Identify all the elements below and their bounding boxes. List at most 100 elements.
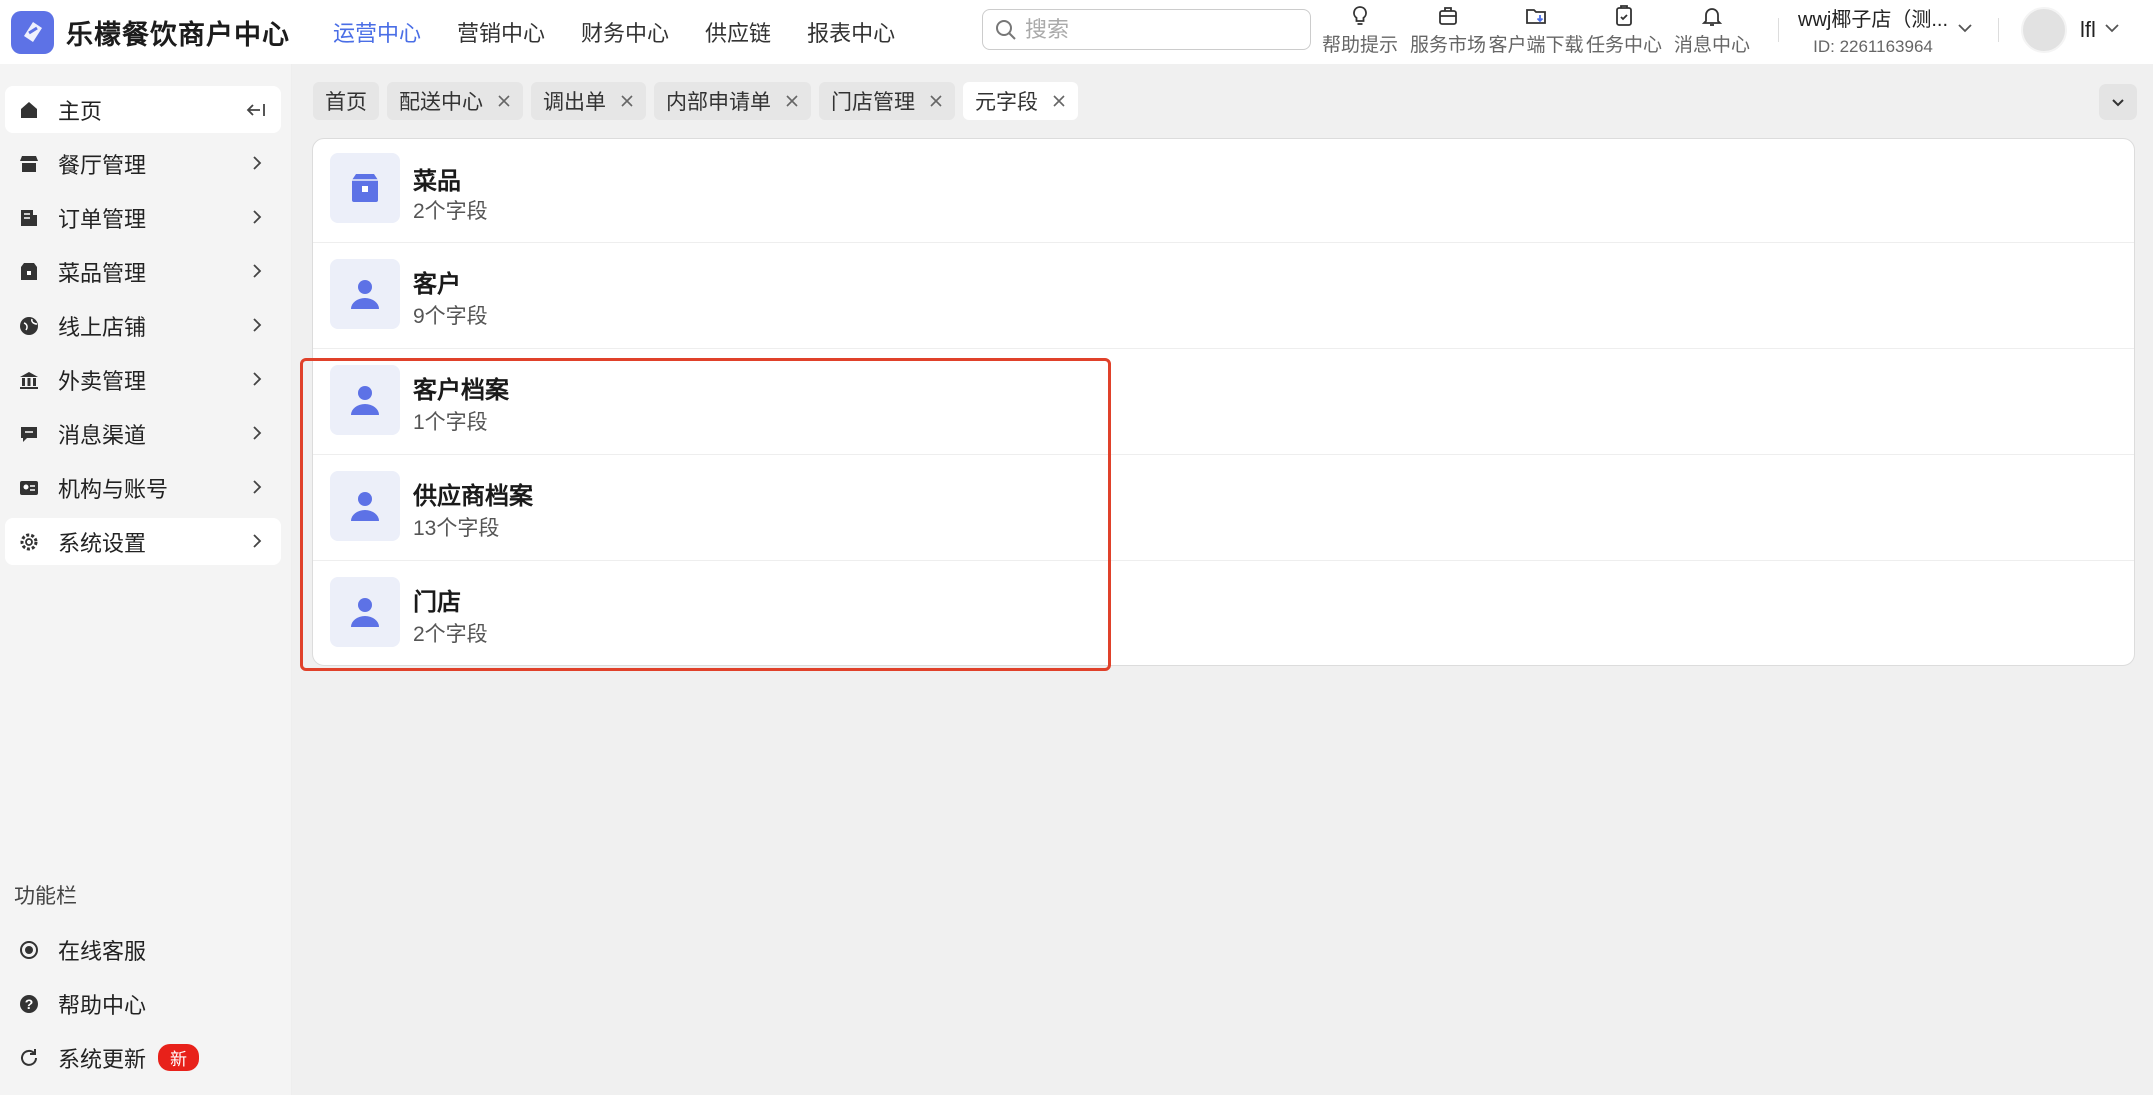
dish-box-icon [17,260,41,284]
tab-store-management[interactable]: 门店管理 [819,82,955,120]
chat-icon [17,422,41,446]
online-service-item[interactable]: 在线客服 [5,926,281,973]
tabs-dropdown-button[interactable] [2099,84,2137,120]
nav-marketing[interactable]: 营销中心 [457,16,545,48]
store-icon [17,152,41,176]
field-count: 13个字段 [413,517,500,540]
close-icon[interactable] [497,94,511,108]
chevron-right-icon [253,210,262,224]
entity-name: 供应商档案 [413,483,533,510]
system-update-item[interactable]: 系统更新 新 [5,1034,281,1081]
field-count: 9个字段 [413,305,488,328]
sidebar-item-restaurant[interactable]: 餐厅管理 [5,140,281,187]
list-item[interactable]: 客户 9个字段 [313,243,2134,349]
entity-name: 客户 [413,271,461,298]
gear-icon [17,530,41,554]
sidebar-item-dishes[interactable]: 菜品管理 [5,248,281,295]
help-center-item[interactable]: ? 帮助中心 [5,980,281,1027]
chevron-down-icon[interactable] [1956,19,1974,37]
globe-icon [17,314,41,338]
message-center-button[interactable]: 消息中心 [1668,2,1756,57]
home-icon [17,98,41,122]
divider [1998,18,1999,42]
avatar[interactable] [2021,7,2067,53]
search-icon [996,19,1016,40]
chevron-right-icon [253,480,262,494]
search-box [982,9,1311,50]
main-nav: 运营中心 营销中心 财务中心 供应链 报表中心 [333,16,931,48]
briefcase-icon [1439,7,1457,25]
tab-meta-fields[interactable]: 元字段 [963,82,1078,120]
search-input[interactable] [1025,16,1285,43]
person-icon [330,577,400,647]
folder-download-icon [1526,9,1546,24]
list-item[interactable]: 菜品 2个字段 [313,139,2134,243]
sidebar-item-org-accounts[interactable]: 机构与账号 [5,464,281,511]
chevron-right-icon [253,318,262,332]
sidebar-item-orders[interactable]: 订单管理 [5,194,281,241]
chevron-right-icon [253,156,262,170]
clipboard-check-icon [1616,5,1632,26]
list-item[interactable]: 客户档案 1个字段 [313,349,2134,455]
tab-transfer-out[interactable]: 调出单 [531,82,646,120]
entity-name: 门店 [413,589,461,616]
divider [1778,18,1779,42]
sidebar: 主页 餐厅管理 订单管理 菜品管理 线上店铺 外卖管理 消息渠道 机构与账号 系 [0,64,292,1095]
client-download-button[interactable]: 客户端下载 [1489,2,1584,57]
sidebar-item-system-settings[interactable]: 系统设置 [5,518,281,565]
app-logo[interactable]: 乐檬餐饮商户中心 [11,10,311,54]
person-icon [330,365,400,435]
entity-name: 客户档案 [413,377,509,404]
customer-service-icon [17,938,41,962]
person-icon [330,471,400,541]
refresh-icon [17,1046,41,1070]
function-bar-title: 功能栏 [14,885,77,908]
sidebar-item-home[interactable]: 主页 [5,86,281,133]
dish-box-icon [330,153,400,223]
field-count: 2个字段 [413,623,488,646]
chevron-right-icon [253,372,262,386]
meta-field-list: 菜品 2个字段 客户 9个字段 客户档案 1个字段 供应商档案 13个字段 门店… [312,138,2135,666]
close-icon[interactable] [620,94,634,108]
close-icon[interactable] [785,94,799,108]
bell-icon [1701,8,1723,26]
lightbulb-icon [1353,6,1367,25]
tab-internal-request[interactable]: 内部申请单 [654,82,811,120]
account-id: ID: 2261163964 [1813,37,1933,56]
chevron-down-icon[interactable] [2103,19,2121,37]
sidebar-item-message-channel[interactable]: 消息渠道 [5,410,281,457]
id-card-icon [17,476,41,500]
entity-name: 菜品 [413,168,461,195]
nav-operations[interactable]: 运营中心 [333,16,421,48]
tab-home[interactable]: 首页 [313,82,379,120]
list-item[interactable]: 门店 2个字段 [313,561,2134,665]
account-switcher[interactable]: wwj椰子店（测... ID: 2261163964 [1798,3,1948,57]
chevron-right-icon [253,426,262,440]
user-name[interactable]: lfl [2080,17,2096,43]
tab-delivery-center[interactable]: 配送中心 [387,82,523,120]
sidebar-item-online-store[interactable]: 线上店铺 [5,302,281,349]
nav-supply-chain[interactable]: 供应链 [705,16,771,48]
nav-reports[interactable]: 报表中心 [807,16,895,48]
service-market-button[interactable]: 服务市场 [1404,2,1492,57]
help-tips-button[interactable]: 帮助提示 [1316,2,1404,57]
new-badge: 新 [158,1044,200,1071]
app-title: 乐檬餐饮商户中心 [66,19,290,50]
order-icon [17,206,41,230]
chevron-down-icon [2112,99,2124,107]
list-item[interactable]: 供应商档案 13个字段 [313,455,2134,561]
sidebar-item-delivery[interactable]: 外卖管理 [5,356,281,403]
task-center-button[interactable]: 任务中心 [1580,2,1668,57]
nav-finance[interactable]: 财务中心 [581,16,669,48]
collapse-sidebar-icon[interactable] [245,99,267,121]
account-name: wwj椰子店（测... [1798,9,1948,31]
toolbar: 帮助提示 服务市场 客户端下载 任务中心 消息中心 [1316,2,1756,57]
chevron-right-icon [253,264,262,278]
person-icon [330,259,400,329]
field-count: 1个字段 [413,411,488,434]
close-icon[interactable] [929,94,943,108]
bank-icon [17,368,41,392]
close-icon[interactable] [1052,94,1066,108]
svg-text:?: ? [25,996,34,1012]
logo-icon [11,10,54,54]
